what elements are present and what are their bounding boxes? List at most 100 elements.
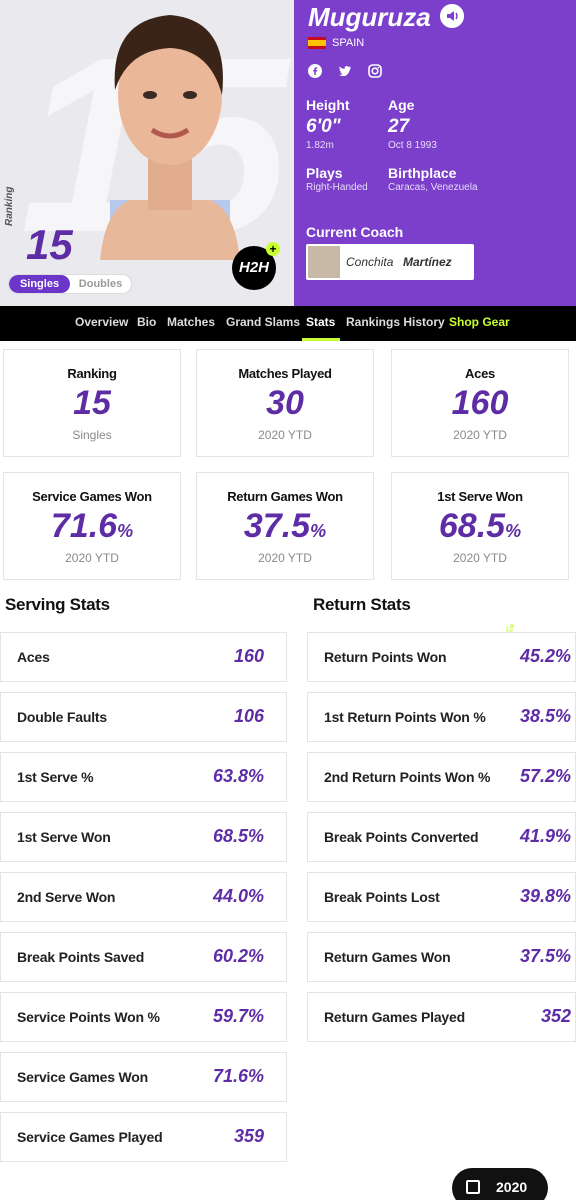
selected-year: 2020 [496,1179,528,1195]
serving-stat-row: Service Points Won % 59.7% [0,992,287,1042]
stat-label: Service Games Played [17,1129,163,1145]
stat-card: 1st Serve Won 68.5% 2020 YTD [391,472,569,580]
stat-label: Break Points Saved [17,949,145,965]
stat-label: Service Games Won [17,1069,148,1085]
ranking-vertical-label: Ranking [4,186,15,226]
stat-card-value: 160 [451,384,509,422]
tab-matches[interactable]: Matches [167,315,215,329]
tab-shop-gear[interactable]: Shop Gear [449,315,510,329]
year-selector-button[interactable]: 2020 [452,1168,548,1200]
profile-nav: Overview Bio Matches Grand Slams Stats R… [0,306,576,632]
coach-last-name: Martínez [403,255,452,269]
stat-card-title: Ranking [67,366,117,381]
serving-stats-title: Serving Stats [5,595,110,614]
player-photo-panel: 15 Ranking 15 Singles Doubles H2H + [0,0,294,306]
stat-label: Return Points Won [324,649,447,665]
tab-bio[interactable]: Bio [137,315,156,329]
plays-value: Right-Handed [306,182,368,193]
singles-doubles-toggle[interactable]: Singles Doubles [8,274,132,294]
stat-card-title: Matches Played [238,366,332,381]
serving-stat-row: Service Games Played 359 [0,1112,287,1162]
stat-card-title: 1st Serve Won [437,489,523,504]
external-link-icon [506,624,514,632]
stat-value: 359 [233,1126,264,1146]
player-country: SPAIN [332,37,365,49]
return-stat-row: Return Points Won 45.2% [307,632,576,682]
coach-card[interactable]: Conchita Martínez [306,244,474,280]
stat-label: 1st Serve Won [17,829,111,845]
stat-label: 2nd Serve Won [17,889,116,905]
stat-value: 57.2% [519,766,571,786]
stat-label: 1st Return Points Won % [324,709,486,725]
stat-card-title: Service Games Won [32,489,152,504]
stat-card-value: 37.5% [243,507,327,545]
serving-stat-row: Service Games Won 71.6% [0,1052,287,1102]
stat-card: Ranking 15 Singles [3,349,181,457]
height-label: Height [306,97,350,113]
stat-label: Return Games Played [324,1009,465,1025]
stat-card-title: Return Games Won [227,489,343,504]
ranking-number: 15 [26,221,73,268]
stat-value: 71.6% [212,1066,264,1086]
facebook-icon[interactable] [308,64,322,78]
coach-first-name: Conchita [346,255,394,269]
stat-value: 38.5% [519,706,571,726]
plus-icon[interactable]: + [266,242,280,256]
tab-stats[interactable]: Stats [306,315,335,329]
birth-date: Oct 8 1993 [388,140,437,151]
stat-value: 352 [540,1006,571,1026]
return-stats-title: Return Stats [313,595,411,614]
stat-card-value: 71.6% [50,507,134,545]
serving-stat-row: 2nd Serve Won 44.0% [0,872,287,922]
stat-card-subtitle: 2020 YTD [258,551,312,565]
player-photo [100,15,240,260]
return-stat-row: 1st Return Points Won % 38.5% [307,692,576,742]
calendar-icon [466,1180,480,1194]
tab-grand-slams[interactable]: Grand Slams [226,315,300,329]
stat-card-value: 68.5% [438,507,522,545]
serving-stat-row: 1st Serve % 63.8% [0,752,287,802]
toggle-doubles[interactable]: Doubles [70,275,131,293]
tab-rankings-history[interactable]: Rankings History [346,315,445,329]
stat-card: Service Games Won 71.6% 2020 YTD [3,472,181,580]
spain-flag-icon [308,37,326,49]
player-info-panel: Muguruza SPAIN Height 6'0" 1.82m Age 27 … [294,0,576,306]
stat-label: Double Faults [17,709,107,725]
return-stat-row: 2nd Return Points Won % 57.2% [307,752,576,802]
stat-value: 39.8% [519,886,571,906]
stat-label: Service Points Won % [17,1009,160,1025]
stat-value: 41.9% [519,826,571,846]
plays-label: Plays [306,165,343,181]
stat-label: 2nd Return Points Won % [324,769,491,785]
twitter-icon[interactable] [338,64,352,78]
serving-stat-row: Aces 160 [0,632,287,682]
stat-card: Return Games Won 37.5% 2020 YTD [196,472,374,580]
stat-value: 63.8% [212,766,264,786]
stat-value: 160 [233,646,264,666]
tab-overview[interactable]: Overview [75,315,128,329]
stat-label: 1st Serve % [17,769,94,785]
player-hero: 15 Ranking 15 Singles Doubles H2H + Mugu… [0,0,576,306]
birthplace-value: Caracas, Venezuela [388,182,478,193]
stat-card-subtitle: Singles [72,428,112,442]
stat-card: Matches Played 30 2020 YTD [196,349,374,457]
toggle-singles[interactable]: Singles [9,275,70,293]
speaker-icon[interactable] [440,4,464,28]
player-name: Muguruza [308,2,431,32]
stat-label: Return Games Won [324,949,451,965]
age-label: Age [388,97,415,113]
stat-card-value: 15 [73,384,111,422]
return-stat-row: Break Points Converted 41.9% [307,812,576,862]
stat-card: Aces 160 2020 YTD [391,349,569,457]
stat-card-title: Aces [465,366,495,381]
coach-avatar [308,246,340,278]
height-metric: 1.82m [306,140,334,151]
stat-value: 60.2% [212,946,264,966]
instagram-icon[interactable] [368,64,382,78]
birthplace-label: Birthplace [388,165,457,181]
stat-value: 45.2% [519,646,571,666]
active-tab-indicator [302,338,340,341]
return-stat-row: Break Points Lost 39.8% [307,872,576,922]
stat-card-subtitle: 2020 YTD [258,428,312,442]
height-value: 6'0" [306,116,341,137]
